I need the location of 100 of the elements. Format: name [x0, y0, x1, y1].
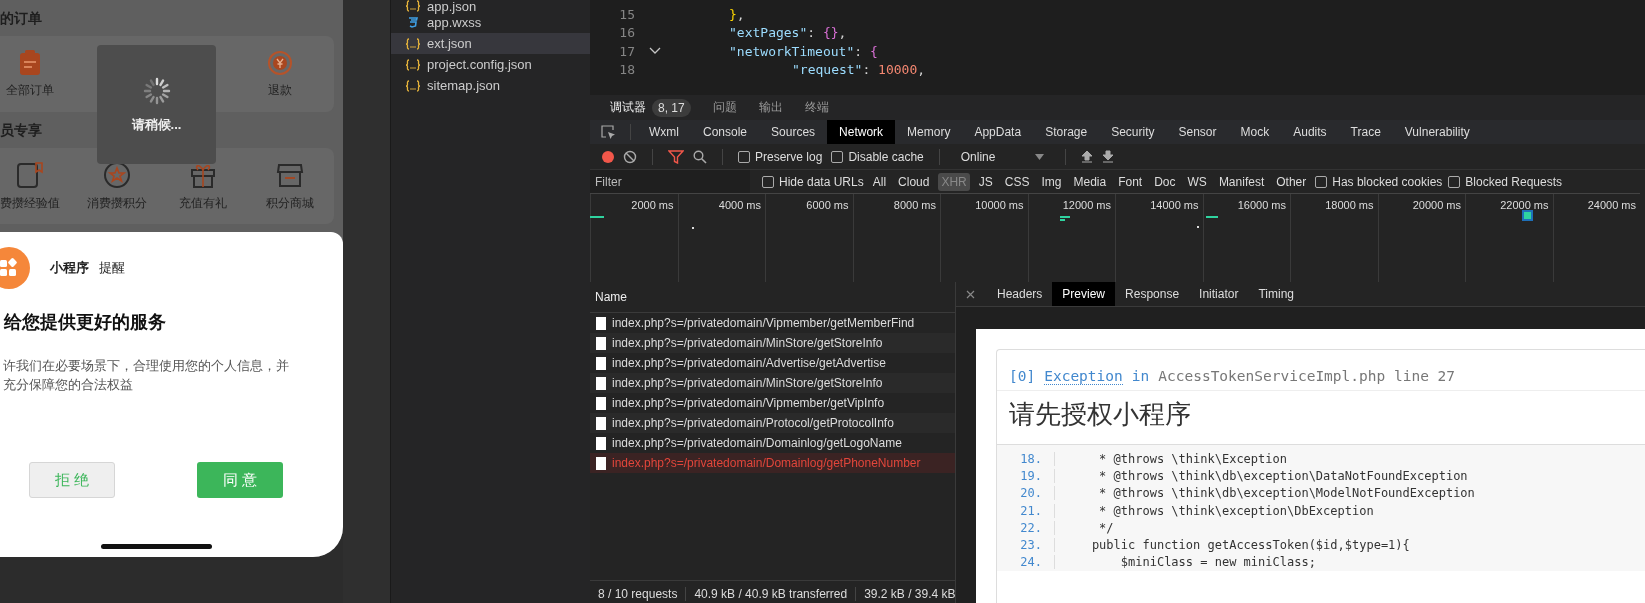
- timeline-bar: [590, 216, 604, 218]
- upload-icon[interactable]: [1081, 150, 1094, 163]
- devtools-tab[interactable]: Sensor: [1166, 120, 1229, 144]
- status-text: 39.2 kB / 39.4 kB: [863, 586, 957, 601]
- line-number: 19.: [997, 468, 1055, 483]
- code-line: */: [1098, 520, 1114, 535]
- code-line: $miniClass = new miniClass;: [1119, 555, 1316, 570]
- time-tick-label: 2000 ms: [631, 199, 674, 211]
- throttling-select[interactable]: Online: [954, 149, 1051, 164]
- line-number: 22.: [997, 520, 1055, 535]
- time-tick-label: 6000 ms: [806, 199, 849, 211]
- time-tick-label: 24000 ms: [1587, 199, 1636, 211]
- code-line: * @throws \think\db\exception\ModelNotFoundException: [1098, 486, 1475, 501]
- line-number: 24.: [997, 555, 1055, 570]
- request-row[interactable]: index.php?s=/privatedomain/Domainlog/getPhoneNumber: [590, 453, 955, 473]
- app-name: 小程序: [50, 259, 89, 277]
- type-filter-button[interactable]: All: [869, 172, 890, 191]
- panel-tab[interactable]: 终端: [804, 99, 829, 116]
- time-tick-label: 18000 ms: [1325, 199, 1374, 211]
- close-icon[interactable]: [966, 289, 975, 299]
- document-icon: [596, 356, 606, 370]
- checkbox[interactable]: Has blocked cookies: [1315, 174, 1443, 189]
- filter-field[interactable]: Filter: [590, 170, 750, 193]
- detail-tab[interactable]: Initiator: [1189, 282, 1249, 306]
- request-row[interactable]: index.php?s=/privatedomain/MinStore/getStoreInfo: [590, 373, 955, 393]
- yen-coin-icon[interactable]: [267, 49, 293, 76]
- search-icon[interactable]: [693, 149, 707, 164]
- time-tick-label: 22000 ms: [1500, 199, 1549, 211]
- document-icon: [596, 316, 606, 330]
- request-row[interactable]: index.php?s=/privatedomain/Protocol/getProtocolInfo: [590, 413, 955, 433]
- clear-icon[interactable]: [623, 149, 637, 164]
- time-tick-label: 14000 ms: [1150, 199, 1199, 211]
- type-filter-button[interactable]: Img: [1038, 172, 1065, 191]
- clipboard-icon[interactable]: [19, 49, 41, 76]
- dialog-text: 充分保障您的合法权益: [3, 376, 134, 394]
- devtools-tab[interactable]: Storage: [1033, 120, 1100, 144]
- line-number: 20.: [997, 486, 1055, 501]
- section-title: 的订单: [0, 10, 42, 28]
- exception-title: [0] Exception in AccessTokenServiceImpl.php line 27: [997, 350, 1645, 391]
- devtools-tab[interactable]: Wxml: [637, 120, 691, 144]
- code-line: "networkTimeout": {: [729, 43, 878, 59]
- file-item[interactable]: project.config.json: [391, 54, 590, 75]
- code-line: "request": 10000,: [791, 62, 926, 78]
- spinner-icon: [141, 75, 172, 106]
- type-filter-button[interactable]: CSS: [1001, 172, 1033, 191]
- checkbox[interactable]: Blocked Requests: [1448, 174, 1563, 189]
- devtools-tab[interactable]: Security: [1099, 120, 1167, 144]
- type-filter-button[interactable]: Media: [1070, 172, 1110, 191]
- checkbox[interactable]: Disable cache: [831, 149, 924, 164]
- request-row[interactable]: index.php?s=/privatedomain/MinStore/getStoreInfo: [590, 333, 955, 353]
- dialog-text: 许我们在必要场景下，合理使用您的个人信息，并: [3, 357, 290, 375]
- detail-tab[interactable]: Preview: [1052, 282, 1116, 306]
- detail-tab[interactable]: Response: [1115, 282, 1190, 306]
- download-icon[interactable]: [1102, 150, 1115, 163]
- detail-tab[interactable]: Headers: [987, 282, 1053, 306]
- timeline-bar: [1522, 210, 1533, 221]
- devtools-tab[interactable]: Trace: [1338, 120, 1393, 144]
- section-title: 员专享: [0, 122, 42, 140]
- timeline-bar: [1060, 216, 1070, 221]
- filter-icon[interactable]: [668, 149, 684, 164]
- devtools-tab[interactable]: Sources: [759, 120, 828, 144]
- time-tick-label: 16000 ms: [1237, 199, 1286, 211]
- file-item[interactable]: sitemap.json: [391, 75, 590, 96]
- type-filter-button[interactable]: WS: [1184, 172, 1210, 191]
- checkbox[interactable]: Preserve log: [738, 149, 823, 164]
- type-filter-button[interactable]: Manifest: [1215, 172, 1268, 191]
- document-icon: [596, 456, 606, 470]
- devtools-tab[interactable]: Vulnerability: [1392, 120, 1482, 144]
- type-filter-button[interactable]: JS: [975, 172, 996, 191]
- type-filter-button[interactable]: Other: [1273, 172, 1310, 191]
- detail-tab[interactable]: Timing: [1248, 282, 1304, 306]
- document-icon: [596, 416, 606, 430]
- type-filter-button[interactable]: Font: [1115, 172, 1146, 191]
- type-filter-button[interactable]: Doc: [1151, 172, 1179, 191]
- dialog-tag: 提醒: [99, 259, 125, 277]
- braces-icon: [405, 79, 421, 92]
- chevron-down-icon[interactable]: [649, 47, 661, 56]
- time-tick-label: 10000 ms: [975, 199, 1024, 211]
- devtools-tab[interactable]: Mock: [1228, 120, 1282, 144]
- devtools-tab[interactable]: Network: [827, 120, 896, 144]
- panel-tab[interactable]: 输出: [758, 99, 783, 116]
- code-line: "extPages": {},: [729, 25, 847, 41]
- file-item[interactable]: ext.json: [391, 33, 590, 54]
- panel-tab[interactable]: 问题: [712, 99, 737, 116]
- document-flag-icon[interactable]: [16, 160, 44, 189]
- devtools-tab[interactable]: Audits: [1281, 120, 1339, 144]
- dialog-heading: 给您提供更好的服务: [4, 311, 167, 334]
- line-number: 23.: [997, 538, 1055, 553]
- line-number: 18.: [997, 451, 1055, 466]
- type-filter-button[interactable]: Cloud: [895, 172, 933, 191]
- devtools-tab[interactable]: Memory: [895, 120, 963, 144]
- checkbox[interactable]: Hide data URLs: [762, 174, 864, 189]
- devtools-tab[interactable]: AppData: [962, 120, 1034, 144]
- timeline-bar: [1206, 216, 1218, 218]
- devtools-tab[interactable]: Console: [691, 120, 760, 144]
- line-number: 18: [618, 62, 635, 78]
- record-button[interactable]: [602, 150, 614, 163]
- inspect-cursor-icon[interactable]: [600, 124, 616, 140]
- panel-tab[interactable]: 调试器 8, 17: [610, 98, 691, 117]
- file-item[interactable]: app.json: [391, 0, 590, 12]
